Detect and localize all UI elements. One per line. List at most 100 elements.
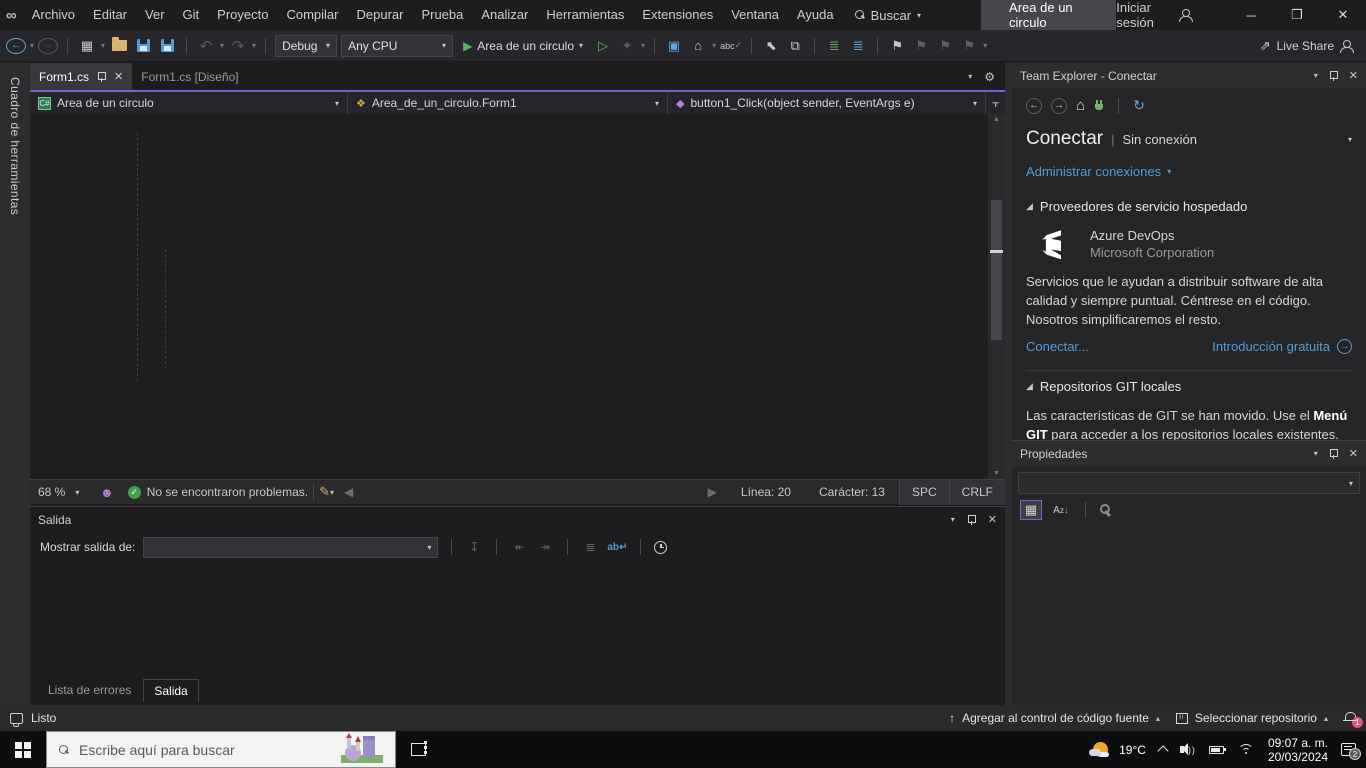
wifi-icon[interactable] [1237,743,1255,756]
task-view-button[interactable] [396,731,440,768]
next-bookmark-icon[interactable]: ⚑ [935,35,955,57]
menu-depurar[interactable]: Depurar [347,7,412,22]
pin-icon[interactable] [1329,70,1338,81]
connect-link[interactable]: Conectar... [1026,339,1089,354]
previous-message-icon[interactable]: ↞ [510,540,528,554]
start-button[interactable] [0,731,46,768]
output-content[interactable] [30,562,1005,648]
menu-git[interactable]: Git [174,7,209,22]
line-ending-indicator[interactable]: CRLF [948,479,1005,505]
properties-title-bar[interactable]: Propiedades ▾ ✕ [1012,441,1366,466]
sign-in-button[interactable]: Iniciar sesión [1116,0,1193,30]
menu-ventana[interactable]: Ventana [722,7,788,22]
section-hosted-providers[interactable]: ◢ Proveedores de servicio hospedado [1026,191,1352,220]
redo-icon[interactable]: ↷ [228,35,248,57]
menu-extensiones[interactable]: Extensiones [633,7,722,22]
intro-link[interactable]: Introducción gratuita → [1212,339,1352,354]
pin-icon[interactable] [1329,448,1338,459]
chevron-down-icon[interactable]: ▾ [712,41,716,50]
chevron-down-icon[interactable]: ▾ [641,41,645,50]
chevron-down-icon[interactable]: ▾ [1314,71,1318,80]
notifications-bell-icon[interactable]: 1 [1343,712,1363,728]
compare-files-icon[interactable]: ⧉ [785,35,805,57]
menu-ver[interactable]: Ver [136,7,174,22]
indent-increase-icon[interactable]: ≣ [848,35,868,57]
chevron-down-icon[interactable]: ▾ [1314,449,1318,458]
alphabetical-sort-icon[interactable]: Az ↓ [1050,500,1072,520]
project-dropdown[interactable]: C# Area de un circulo ▾ [30,92,348,114]
select-repository-button[interactable]: II Seleccionar repositorio ▴ [1175,711,1328,725]
add-to-source-control-button[interactable]: ↑ Agregar al control de código fuente ▴ [949,711,1160,725]
navigate-forward-icon[interactable]: → [38,37,59,54]
start-debugging-button[interactable]: ▶ Area de un circulo ▾ [457,39,589,53]
indent-decrease-icon[interactable]: ≣ [824,35,844,57]
menu-proyecto[interactable]: Proyecto [208,7,277,22]
scroll-right-icon[interactable]: ▶ [708,485,717,499]
pin-icon[interactable] [967,514,976,525]
start-without-debugging-icon[interactable]: ▷ [598,38,608,54]
search-control[interactable]: Buscar ▾ [854,8,921,23]
vertical-scrollbar[interactable]: ▲ ▼ [988,114,1005,479]
output-title-bar[interactable]: Salida ▾ ✕ [30,507,1005,532]
navigate-back-icon[interactable]: ← [6,37,26,54]
tab-error-list[interactable]: Lista de errores [38,679,141,701]
solution-configurations-dropdown[interactable]: Debug ▾ [275,34,338,57]
menu-editar[interactable]: Editar [84,7,136,22]
refresh-icon[interactable]: ↻ [1133,97,1145,114]
team-explorer-title-bar[interactable]: Team Explorer - Conectar ▾ ✕ [1012,63,1366,88]
panel-divider[interactable] [1005,63,1012,705]
scroll-left-icon[interactable]: ◀ [344,485,353,499]
close-icon[interactable]: ✕ [1349,447,1358,460]
output-source-dropdown[interactable]: ▾ [143,536,439,558]
action-center-icon[interactable]: 2 [1341,743,1361,760]
undo-icon[interactable]: ↶ [196,35,216,57]
taskbar-search-input[interactable]: Escribe aquí para buscar [46,731,396,768]
close-icon[interactable]: ✕ [114,70,123,83]
restore-button[interactable]: ❐ [1274,0,1320,30]
back-icon[interactable]: ← [1026,97,1042,114]
chevron-down-icon[interactable]: ▾ [220,41,224,50]
chevron-down-icon[interactable]: ▾ [30,41,34,50]
manage-connections-link[interactable]: Administrar conexiones ▾ [1026,160,1352,191]
chevron-down-icon[interactable]: ▾ [101,41,105,50]
solution-name-box[interactable]: Area de un circulo [981,0,1117,34]
goto-message-icon[interactable]: ↧ [465,540,483,554]
menu-herramientas[interactable]: Herramientas [537,7,633,22]
timestamp-icon[interactable] [654,540,668,554]
connect-plug-icon[interactable] [1094,99,1104,112]
zoom-dropdown[interactable]: 68 % ▾ [30,485,100,499]
health-indicator[interactable]: ✓ No se encontraron problemas. [127,485,308,499]
close-button[interactable]: ✕ [1320,0,1366,30]
open-file-icon[interactable] [111,37,127,51]
scroll-up-icon[interactable]: ▲ [988,114,1005,125]
menu-analizar[interactable]: Analizar [472,7,537,22]
tab-form1-cs[interactable]: Form1.cs ✕ [30,63,133,90]
chevron-down-icon[interactable]: ▾ [983,41,987,50]
toolbox-side-tab[interactable]: Cuadro de herramientas [0,63,30,705]
menu-prueba[interactable]: Prueba [412,7,472,22]
scroll-down-icon[interactable]: ▼ [988,468,1005,479]
feedback-person-icon[interactable]: ☻ [100,485,114,500]
close-icon[interactable]: ✕ [1349,69,1358,82]
section-local-git[interactable]: ◢ Repositorios GIT locales [1026,371,1352,400]
space-mode-indicator[interactable]: SPC [898,479,949,505]
save-icon[interactable] [136,39,150,52]
code-editor[interactable]: ▲ ▼ [30,114,1005,479]
minimize-button[interactable]: ─ [1228,0,1274,30]
type-dropdown[interactable]: ❖ Area_de_un_circulo.Form1 ▾ [348,92,668,114]
gear-icon[interactable]: ⚙ [984,70,995,84]
properties-object-dropdown[interactable]: ▾ [1018,472,1360,494]
scrollbar-thumb[interactable] [991,200,1002,340]
menu-archivo[interactable]: Archivo [23,7,84,22]
chevron-down-icon[interactable]: ▾ [252,41,256,50]
chevron-down-icon[interactable]: ▾ [968,72,972,81]
solution-platforms-dropdown[interactable]: Any CPU ▾ [341,34,454,57]
show-hidden-icons-chevron[interactable] [1157,745,1169,757]
code-cleanup-icon[interactable]: ✎ [319,484,330,500]
tab-output[interactable]: Salida [143,678,199,702]
member-dropdown[interactable]: ◆ button1_Click(object sender, EventArgs… [668,92,985,114]
new-project-icon[interactable]: ▦ [77,35,97,57]
clock[interactable]: 09:07 a. m. 20/03/2024 [1268,736,1328,764]
horizontal-scrollbar[interactable]: ◀ ▶ [344,485,717,499]
bookmark-icon[interactable]: ⚑ [887,35,907,57]
